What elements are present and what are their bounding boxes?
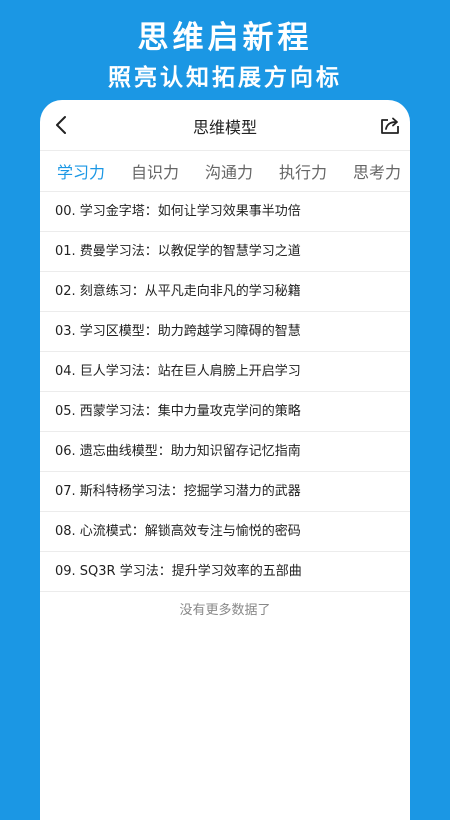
list-end-message: 没有更多数据了 — [179, 603, 271, 618]
page-title: 思维模型 — [192, 118, 257, 137]
tab-communication[interactable]: 沟通力 — [192, 159, 266, 183]
share-icon[interactable] — [378, 113, 402, 137]
list-item[interactable]: 00. 学习金字塔：如何让学习效果事半功倍 — [40, 192, 410, 232]
list-item[interactable]: 06. 遗忘曲线模型：助力知识留存记忆指南 — [40, 432, 410, 472]
phone-screen: 思维模型 学习力 自识力 沟通力 执行力 思考力 00. 学习金字塔：如何让学习… — [40, 100, 410, 820]
promo-title: 思维启新程 — [137, 20, 313, 56]
model-list: 00. 学习金字塔：如何让学习效果事半功倍 01. 费曼学习法：以教促学的智慧学… — [40, 192, 410, 630]
tab-thinking[interactable]: 思考力 — [340, 159, 410, 183]
list-item[interactable]: 07. 斯科特杨学习法：挖掘学习潜力的武器 — [40, 472, 410, 512]
list-item[interactable]: 04. 巨人学习法：站在巨人肩膀上开启学习 — [40, 352, 410, 392]
list-item[interactable]: 05. 西蒙学习法：集中力量攻克学问的策略 — [40, 392, 410, 432]
tab-learning[interactable]: 学习力 — [44, 159, 118, 183]
nav-bar: 思维模型 — [40, 100, 410, 151]
list-item[interactable]: 08. 心流模式：解锁高效专注与愉悦的密码 — [40, 512, 410, 552]
tab-self-awareness[interactable]: 自识力 — [118, 159, 192, 183]
list-item[interactable]: 09. SQ3R 学习法：提升学习效率的五部曲 — [40, 552, 410, 592]
tab-execution[interactable]: 执行力 — [266, 159, 340, 183]
list-item[interactable]: 03. 学习区模型：助力跨越学习障碍的智慧 — [40, 312, 410, 352]
promo-subtitle: 照亮认知拓展方向标 — [108, 64, 342, 91]
list-item[interactable]: 01. 费曼学习法：以教促学的智慧学习之道 — [40, 232, 410, 272]
tab-bar: 学习力 自识力 沟通力 执行力 思考力 — [40, 151, 410, 192]
list-item[interactable]: 02. 刻意练习：从平凡走向非凡的学习秘籍 — [40, 272, 410, 312]
